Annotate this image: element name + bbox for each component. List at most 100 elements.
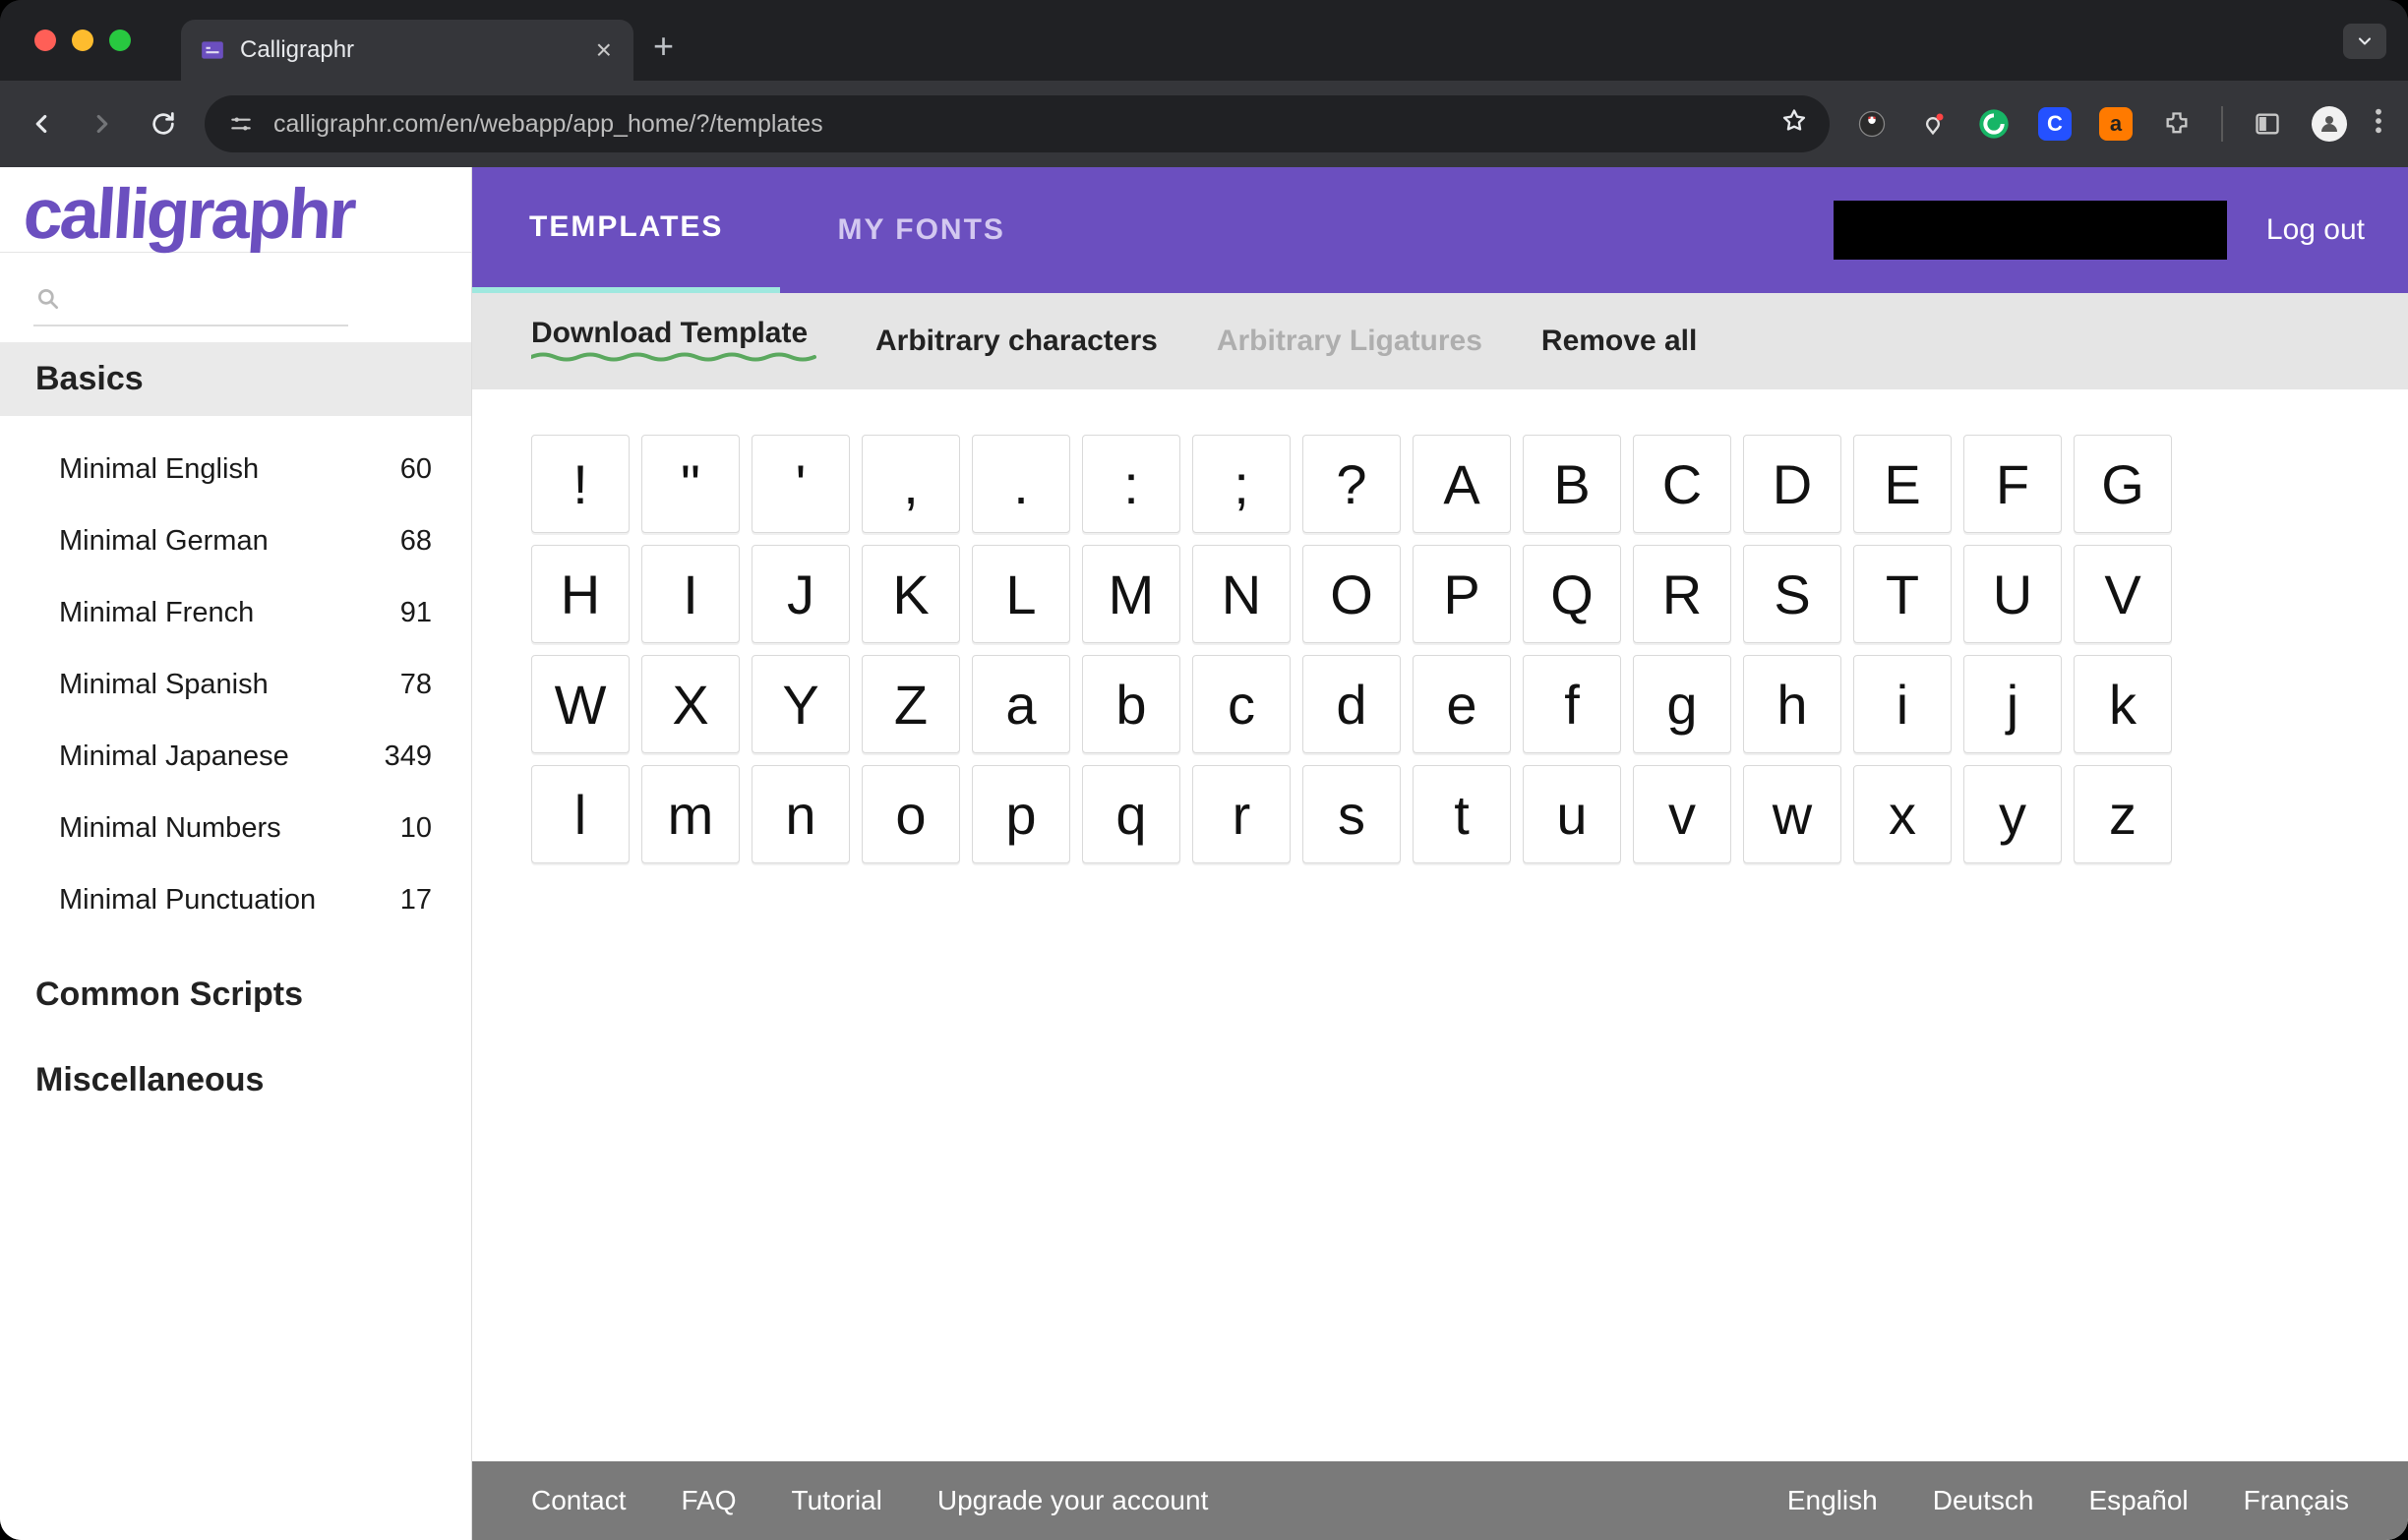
character-cell[interactable]: A: [1413, 435, 1511, 533]
footer-link[interactable]: Upgrade your account: [937, 1485, 1209, 1516]
character-cell[interactable]: y: [1963, 765, 2062, 863]
tab-templates[interactable]: TEMPLATES: [472, 167, 780, 293]
footer-link[interactable]: Tutorial: [792, 1485, 882, 1516]
footer-link[interactable]: Contact: [531, 1485, 627, 1516]
character-cell[interactable]: F: [1963, 435, 2062, 533]
new-tab-button[interactable]: +: [653, 26, 674, 67]
character-cell[interactable]: k: [2074, 655, 2172, 753]
footer-language-link[interactable]: English: [1787, 1485, 1878, 1516]
user-account-box[interactable]: [1834, 201, 2227, 260]
character-cell[interactable]: i: [1853, 655, 1952, 753]
extension-icon[interactable]: [1916, 107, 1950, 141]
sidebar-search-input[interactable]: [33, 280, 348, 326]
site-settings-icon[interactable]: [226, 109, 256, 139]
back-icon[interactable]: [26, 108, 57, 140]
character-cell[interactable]: s: [1302, 765, 1401, 863]
character-cell[interactable]: Q: [1523, 545, 1621, 643]
forward-icon[interactable]: [87, 108, 118, 140]
character-cell[interactable]: ?: [1302, 435, 1401, 533]
character-cell[interactable]: p: [972, 765, 1070, 863]
character-cell[interactable]: d: [1302, 655, 1401, 753]
brand-logo[interactable]: calligraphr: [0, 167, 471, 253]
character-cell[interactable]: G: [2074, 435, 2172, 533]
bookmark-star-icon[interactable]: [1780, 107, 1808, 142]
character-cell[interactable]: P: [1413, 545, 1511, 643]
character-cell[interactable]: z: [2074, 765, 2172, 863]
character-cell[interactable]: D: [1743, 435, 1841, 533]
character-cell[interactable]: I: [641, 545, 740, 643]
character-cell[interactable]: R: [1633, 545, 1731, 643]
extension-icon[interactable]: a: [2099, 107, 2133, 141]
character-cell[interactable]: K: [862, 545, 960, 643]
character-cell[interactable]: S: [1743, 545, 1841, 643]
sidebar-item[interactable]: Minimal French91: [0, 577, 471, 649]
profile-avatar-icon[interactable]: [2312, 106, 2347, 142]
browser-tab[interactable]: Calligraphr ×: [181, 20, 633, 81]
character-cell[interactable]: M: [1082, 545, 1180, 643]
character-cell[interactable]: Y: [752, 655, 850, 753]
character-cell[interactable]: r: [1192, 765, 1291, 863]
character-cell[interactable]: C: [1633, 435, 1731, 533]
sidebar-item[interactable]: Minimal Japanese349: [0, 721, 471, 793]
character-cell[interactable]: f: [1523, 655, 1621, 753]
sidebar-group-common-scripts[interactable]: Common Scripts: [0, 958, 471, 1032]
extensions-menu-icon[interactable]: [2160, 107, 2194, 141]
character-cell[interactable]: b: [1082, 655, 1180, 753]
character-cell[interactable]: X: [641, 655, 740, 753]
sidebar-item[interactable]: Minimal Spanish78: [0, 649, 471, 721]
character-cell[interactable]: v: [1633, 765, 1731, 863]
character-cell[interactable]: V: [2074, 545, 2172, 643]
footer-language-link[interactable]: Deutsch: [1933, 1485, 2034, 1516]
tab-close-icon[interactable]: ×: [596, 36, 612, 64]
character-cell[interactable]: :: [1082, 435, 1180, 533]
arbitrary-ligatures-button[interactable]: Arbitrary Ligatures: [1217, 325, 1482, 358]
character-cell[interactable]: x: [1853, 765, 1952, 863]
character-cell[interactable]: E: [1853, 435, 1952, 533]
character-cell[interactable]: w: [1743, 765, 1841, 863]
sidebar-item[interactable]: Minimal Punctuation17: [0, 864, 471, 936]
footer-link[interactable]: FAQ: [682, 1485, 737, 1516]
footer-language-link[interactable]: Français: [2244, 1485, 2349, 1516]
character-cell[interactable]: U: [1963, 545, 2062, 643]
sidebar-group-miscellaneous[interactable]: Miscellaneous: [0, 1032, 471, 1117]
footer-language-link[interactable]: Español: [2088, 1485, 2188, 1516]
logout-link[interactable]: Log out: [2266, 213, 2365, 247]
character-cell[interactable]: h: [1743, 655, 1841, 753]
character-cell[interactable]: ;: [1192, 435, 1291, 533]
character-cell[interactable]: ': [752, 435, 850, 533]
arbitrary-characters-button[interactable]: Arbitrary characters: [875, 325, 1158, 358]
sidebar-item[interactable]: Minimal Numbers10: [0, 793, 471, 864]
character-cell[interactable]: ": [641, 435, 740, 533]
character-cell[interactable]: W: [531, 655, 630, 753]
window-close-icon[interactable]: [34, 30, 56, 51]
tabbar-chevron-icon[interactable]: [2343, 24, 2386, 59]
tab-my-fonts[interactable]: MY FONTS: [780, 167, 1061, 293]
character-cell[interactable]: t: [1413, 765, 1511, 863]
character-cell[interactable]: T: [1853, 545, 1952, 643]
address-bar[interactable]: calligraphr.com/en/webapp/app_home/?/tem…: [205, 95, 1830, 152]
extension-icon[interactable]: [1855, 107, 1889, 141]
character-cell[interactable]: Z: [862, 655, 960, 753]
character-cell[interactable]: c: [1192, 655, 1291, 753]
character-cell[interactable]: g: [1633, 655, 1731, 753]
download-template-button[interactable]: Download Template: [531, 317, 816, 366]
character-cell[interactable]: O: [1302, 545, 1401, 643]
character-cell[interactable]: o: [862, 765, 960, 863]
sidebar-item[interactable]: Minimal German68: [0, 505, 471, 577]
browser-menu-icon[interactable]: [2375, 107, 2382, 142]
character-cell[interactable]: L: [972, 545, 1070, 643]
reload-icon[interactable]: [148, 108, 179, 140]
window-zoom-icon[interactable]: [109, 30, 131, 51]
window-minimize-icon[interactable]: [72, 30, 93, 51]
character-cell[interactable]: J: [752, 545, 850, 643]
sidebar-item[interactable]: Minimal English60: [0, 434, 471, 505]
character-cell[interactable]: u: [1523, 765, 1621, 863]
character-cell[interactable]: ,: [862, 435, 960, 533]
character-cell[interactable]: j: [1963, 655, 2062, 753]
extension-icon[interactable]: [1977, 107, 2011, 141]
character-cell[interactable]: !: [531, 435, 630, 533]
character-cell[interactable]: N: [1192, 545, 1291, 643]
remove-all-button[interactable]: Remove all: [1541, 325, 1697, 358]
extension-icon[interactable]: C: [2038, 107, 2072, 141]
character-cell[interactable]: B: [1523, 435, 1621, 533]
